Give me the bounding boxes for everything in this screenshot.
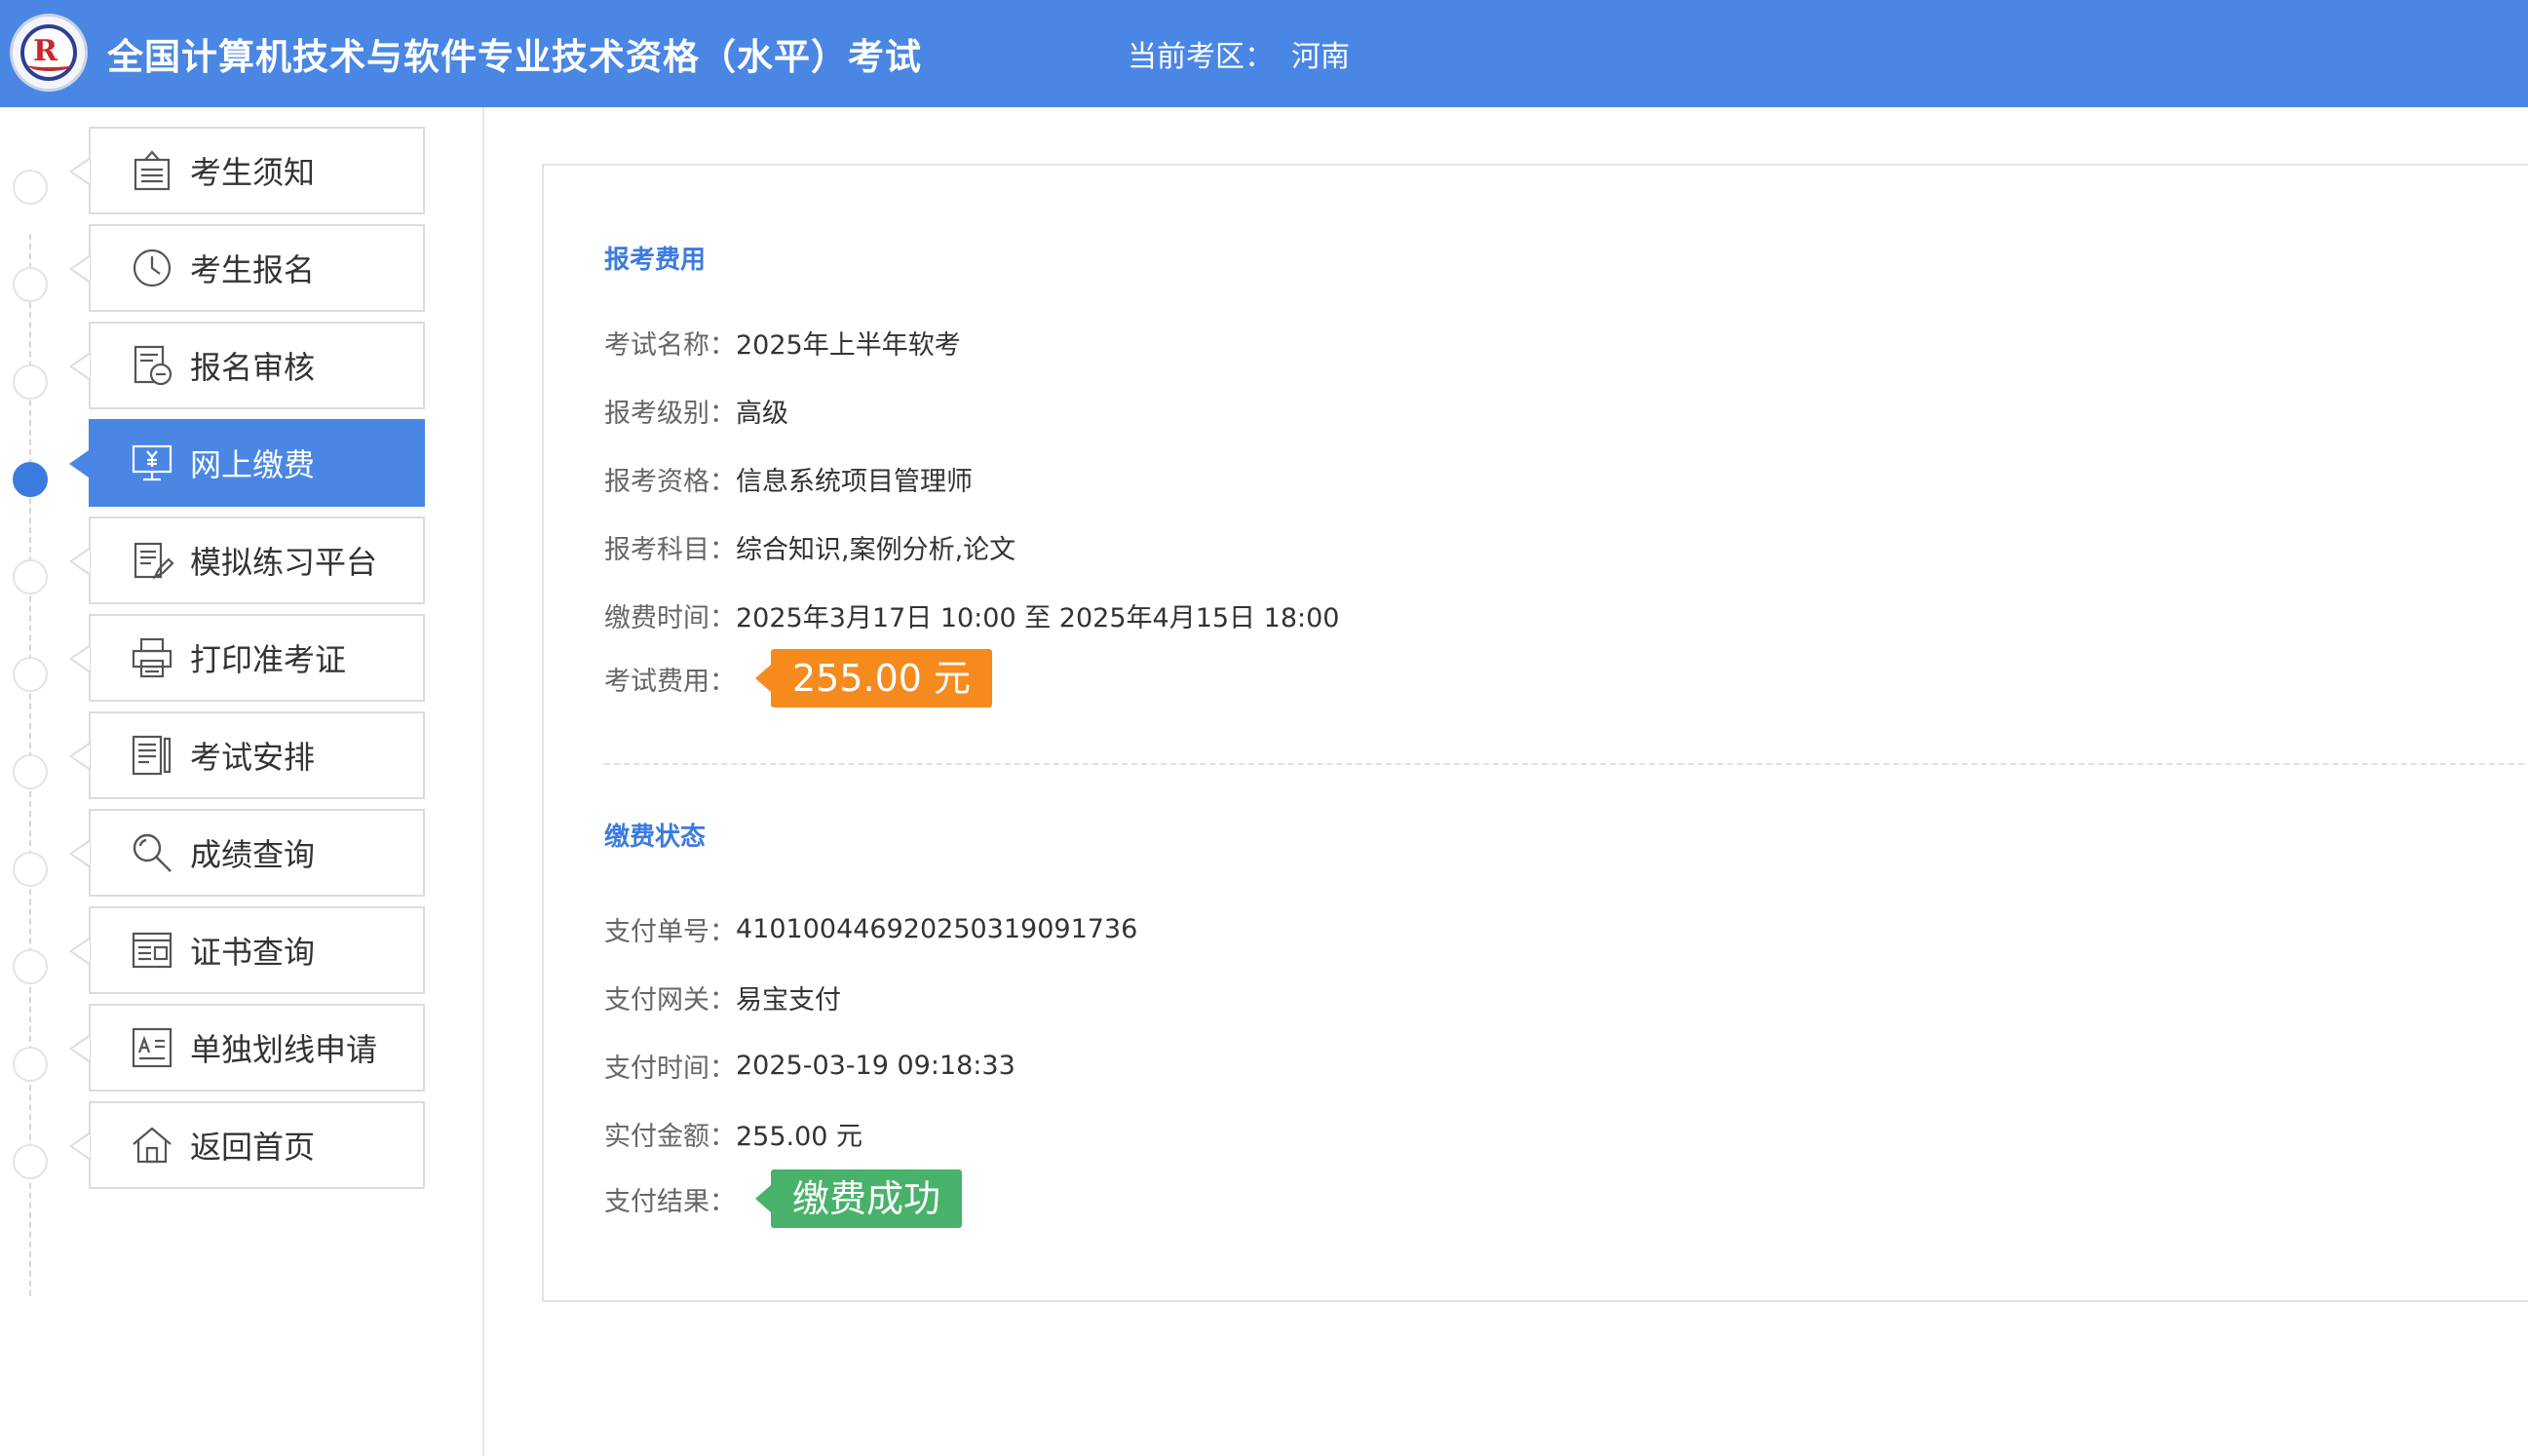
sidebar-item-label: 报名审核	[190, 349, 316, 386]
field-value: 2025-03-19 09:18:33	[736, 1051, 1015, 1081]
status-row-gateway: 支付网关： 易宝支付	[604, 978, 841, 1016]
field-value: 综合知识,案例分析,论文	[736, 535, 1016, 565]
timeline-dot-active	[13, 462, 48, 497]
field-value: 2025年上半年软考	[736, 330, 961, 361]
home-icon	[128, 1121, 176, 1169]
sidebar-item-label: 成绩查询	[190, 836, 316, 873]
payment-monitor-icon	[128, 439, 176, 487]
printer-icon	[128, 633, 176, 682]
field-value: 41010044692025031909173​6	[736, 914, 1138, 944]
region-value: 河南	[1291, 40, 1350, 74]
sidebar-item-online-payment[interactable]: 网上缴费	[69, 419, 425, 507]
status-row-result: 支付结果： 缴费成功	[604, 1169, 963, 1228]
timeline-dot	[13, 364, 48, 400]
field-label: 报考资格：	[604, 467, 736, 497]
sidebar-item-label: 考生报名	[190, 251, 316, 288]
exam-logo: R	[10, 14, 88, 92]
fee-row-cost: 考试费用： 255.00 元	[604, 649, 993, 708]
sidebar-item-label: 返回首页	[190, 1129, 316, 1166]
status-section-title: 缴费状态	[604, 823, 707, 852]
top-header: R 全国计算机技术与软件专业技术资格（水平）考试 当前考区： 河南	[0, 0, 2528, 107]
sidebar-item-label: 网上缴费	[190, 446, 316, 483]
sidebar-item-label: 模拟练习平台	[190, 544, 378, 581]
section-divider	[604, 763, 2528, 765]
sidebar-item-notice[interactable]: 考生须知	[69, 127, 425, 214]
payment-panel: 报考费用 考试名称： 2025年上半年软考 报考级别： 高级 报考资格： 信息系…	[542, 164, 2528, 1302]
field-value: 易宝支付	[736, 985, 841, 1015]
field-label: 考试费用：	[604, 666, 736, 697]
field-value: 信息系统项目管理师	[736, 467, 973, 497]
schedule-document-icon	[128, 731, 176, 780]
sidebar-item-label: 考生须知	[190, 154, 316, 191]
sidebar-item-exam-schedule[interactable]: 考试安排	[69, 711, 425, 799]
status-row-pay-time: 支付时间： 2025-03-19 09:18:33	[604, 1047, 1015, 1085]
sidebar-item-separate-line[interactable]: 单独划线申请	[69, 1004, 425, 1092]
fee-row-level: 报考级别： 高级	[604, 392, 788, 430]
timeline-dot	[13, 559, 48, 594]
payment-success-badge: 缴费成功	[754, 1169, 963, 1228]
timeline-dot	[13, 754, 48, 789]
region-label: 当前考区：	[1128, 40, 1274, 74]
sidebar-item-print-admission[interactable]: 打印准考证	[69, 614, 425, 702]
field-label: 支付结果：	[604, 1186, 736, 1217]
timeline-dot	[13, 657, 48, 692]
field-label: 支付网关：	[604, 985, 736, 1015]
sidebar-item-label: 考试安排	[190, 739, 316, 776]
practice-edit-icon	[128, 536, 176, 585]
status-row-amount: 实付金额： 255.00 元	[604, 1115, 862, 1153]
field-label: 支付时间：	[604, 1054, 736, 1084]
fee-row-subjects: 报考科目： 综合知识,案例分析,论文	[604, 528, 1015, 566]
application-form-icon	[128, 1023, 176, 1072]
sidebar: 考生须知 考生报名 报名审核 网上缴费 模拟练习平台 打印准考证 考试安排 成绩…	[0, 107, 484, 1456]
sidebar-item-label: 证书查询	[190, 934, 316, 971]
field-value: 255.00 元	[736, 1122, 863, 1152]
sidebar-item-registration[interactable]: 考生报名	[69, 224, 425, 312]
sidebar-item-certificate-query[interactable]: 证书查询	[69, 906, 425, 994]
timeline-dot	[13, 1144, 48, 1179]
timeline-dot	[13, 267, 48, 302]
field-label: 报考级别：	[604, 399, 736, 429]
review-icon	[128, 341, 176, 390]
field-label: 报考科目：	[604, 535, 736, 565]
field-value: 高级	[736, 399, 788, 429]
timeline-dot	[13, 852, 48, 887]
timeline-dot	[13, 949, 48, 984]
certificate-icon	[128, 926, 176, 975]
timeline-dot	[13, 170, 48, 205]
exam-fee-badge: 255.00 元	[754, 649, 993, 708]
site-title: 全国计算机技术与软件专业技术资格（水平）考试	[107, 36, 922, 78]
field-label: 考试名称：	[604, 330, 736, 361]
sidebar-item-score-query[interactable]: 成绩查询	[69, 809, 425, 897]
fee-row-payment-period: 缴费时间： 2025年3月17日 10:00 至 2025年4月15日 18:0…	[604, 596, 1339, 634]
magnifier-icon	[128, 828, 176, 877]
fee-section-title: 报考费用	[604, 246, 707, 275]
fee-row-qualification: 报考资格： 信息系统项目管理师	[604, 460, 973, 498]
sidebar-item-practice[interactable]: 模拟练习平台	[69, 517, 425, 604]
fee-row-exam-name: 考试名称： 2025年上半年软考	[604, 324, 961, 362]
field-value: 2025年3月17日 10:00 至 2025年4月15日 18:00	[736, 603, 1340, 633]
field-label: 实付金额：	[604, 1122, 736, 1152]
sidebar-item-label: 打印准考证	[190, 641, 347, 678]
field-label: 缴费时间：	[604, 603, 736, 633]
status-row-order-no: 支付单号： 41010044692025031909173​6	[604, 910, 1137, 948]
sidebar-item-label: 单独划线申请	[190, 1031, 378, 1068]
sidebar-item-review[interactable]: 报名审核	[69, 322, 425, 409]
clock-icon	[128, 244, 176, 292]
sidebar-item-home[interactable]: 返回首页	[69, 1101, 425, 1189]
notice-icon	[128, 146, 176, 195]
field-label: 支付单号：	[604, 917, 736, 947]
timeline-dot	[13, 1047, 48, 1082]
